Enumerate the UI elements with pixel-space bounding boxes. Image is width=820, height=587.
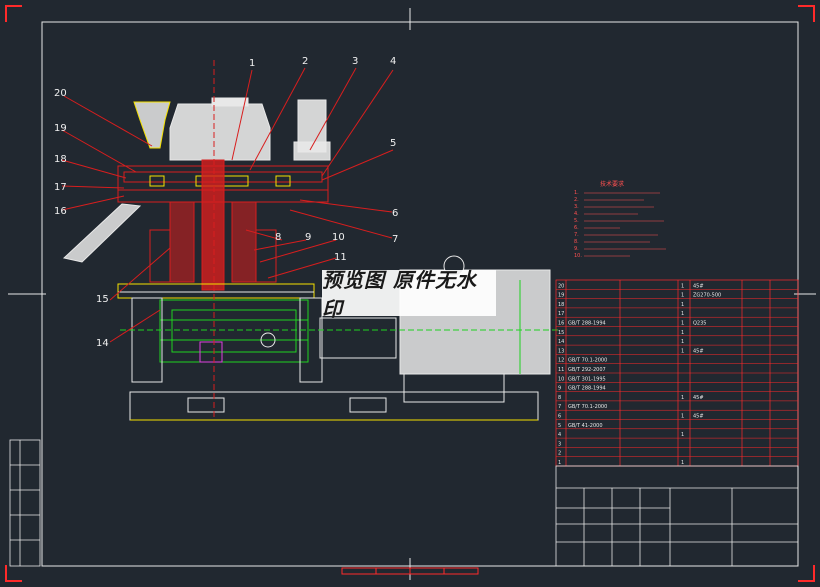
- callout-4: 4: [390, 56, 396, 67]
- bom-cell-no: 20: [558, 283, 564, 289]
- note-4: 4.: [574, 211, 579, 217]
- bom-cell-mat: 45#: [693, 348, 704, 354]
- note-10: 10.: [574, 253, 582, 259]
- bom-cell-std: GB/T 288-1994: [568, 386, 606, 392]
- bottom-zone-bar: [341, 567, 479, 575]
- callout-9: 9: [305, 232, 311, 243]
- coupling: [319, 317, 397, 359]
- bom-cell-no: 9: [558, 386, 561, 392]
- bom-cell-no: 3: [558, 441, 561, 447]
- note-1: 1.: [574, 190, 579, 196]
- note-5: 5.: [574, 218, 579, 224]
- bom-cell-mat: 45#: [693, 414, 704, 420]
- callout-10: 10: [332, 232, 345, 243]
- bom-cell-no: 12: [558, 358, 564, 364]
- note-2: 2.: [574, 197, 579, 203]
- bom-cell-no: 6: [558, 414, 561, 420]
- bom-cell-no: 13: [558, 348, 564, 354]
- technical-notes: 技术要求 1. 2. 3. 4. 5. 6. 7. 8. 9. 10.: [574, 180, 666, 259]
- callout-2: 2: [302, 56, 308, 67]
- bom-cell-qty: 1: [681, 432, 684, 438]
- callout-3: 3: [352, 56, 358, 67]
- callout-18: 18: [54, 154, 67, 165]
- bom-cell-no: 10: [558, 376, 564, 382]
- bom-cell-qty: 1: [681, 321, 684, 327]
- bom-cell-no: 11: [558, 367, 564, 373]
- left-stamp-table: [9, 439, 41, 567]
- bom-cell-no: 15: [558, 330, 564, 336]
- notes-title: 技术要求: [600, 180, 624, 188]
- gearbox-housing: [159, 299, 309, 363]
- bom-cell-mat: 45#: [693, 283, 704, 289]
- callout-20: 20: [54, 88, 67, 99]
- top-cover: [169, 103, 271, 161]
- bom-cell-no: 18: [558, 302, 564, 308]
- feed-hopper: [133, 101, 171, 149]
- bom-cell-no: 19: [558, 293, 564, 299]
- callout-11: 11: [334, 252, 347, 263]
- bom-cell-qty: 1: [681, 460, 684, 466]
- bom-cell-no: 2: [558, 451, 561, 457]
- main-shaft-right: [231, 201, 257, 283]
- bom-cell-no: 4: [558, 432, 561, 438]
- callout-16: 16: [54, 206, 67, 217]
- bom-cell-qty: 1: [681, 283, 684, 289]
- bom-cell-std: GB/T 301-1995: [568, 376, 606, 382]
- bom-cell-no: 7: [558, 404, 561, 410]
- callout-1: 1: [249, 58, 255, 69]
- callout-14: 14: [96, 338, 109, 349]
- bom-cell-no: 8: [558, 395, 561, 401]
- preview-watermark: 预览图 原件无水印: [322, 268, 496, 321]
- bom-cell-no: 17: [558, 311, 564, 317]
- bom-cell-no: 1: [558, 460, 561, 466]
- main-shaft-left: [169, 201, 195, 283]
- bom-cell-std: GB/T 288-1994: [568, 321, 606, 327]
- note-3: 3.: [574, 204, 579, 210]
- callout-15: 15: [96, 294, 109, 305]
- bom-cell-qty: 1: [681, 414, 684, 420]
- base-frame: [129, 391, 539, 421]
- bom-cell-no: 14: [558, 339, 564, 345]
- callout-5: 5: [390, 138, 396, 149]
- callout-19: 19: [54, 123, 67, 134]
- bom-rows: 20 1 45#19 1 ZG270-50018 117 116 GB/T 288-1994 1…: [556, 283, 798, 467]
- bom-cell-std: GB/T 41-2000: [568, 423, 603, 429]
- bom-cell-mat: 45#: [693, 395, 704, 401]
- callout-8: 8: [275, 232, 281, 243]
- bom-cell-mat: Q235: [693, 321, 706, 327]
- discharge-chute: [62, 203, 142, 263]
- bom-cell-qty: 1: [681, 348, 684, 354]
- bom-cell-std: GB/T 292-2007: [568, 367, 606, 373]
- bom-cell-qty: 1: [681, 339, 684, 345]
- bom-cell-mat: ZG270-500: [693, 293, 721, 299]
- bom-cell-qty: 1: [681, 311, 684, 317]
- bom-cell-no: 5: [558, 423, 561, 429]
- bom-cell-std: GB/T 70.1-2000: [568, 404, 607, 410]
- callout-17: 17: [54, 182, 67, 193]
- note-6: 6.: [574, 225, 579, 231]
- bom-cell-qty: 1: [681, 302, 684, 308]
- bom-cell-qty: 1: [681, 395, 684, 401]
- note-8: 8.: [574, 239, 579, 245]
- title-block: [555, 465, 799, 567]
- bom-cell-no: 16: [558, 321, 564, 327]
- drawing-stage: 1 2 3 4 5 6 7 8 9 10 11 14 15 16 17 18 1…: [0, 0, 820, 587]
- note-9: 9.: [574, 246, 579, 252]
- callout-7: 7: [392, 234, 398, 245]
- pellet-mill-assembly: [62, 60, 560, 421]
- bom-cell-qty: 1: [681, 330, 684, 336]
- bom-cell-qty: 1: [681, 293, 684, 299]
- callout-6: 6: [392, 208, 398, 219]
- note-7: 7.: [574, 232, 579, 238]
- bom-cell-std: GB/T 70.1-2000: [568, 358, 607, 364]
